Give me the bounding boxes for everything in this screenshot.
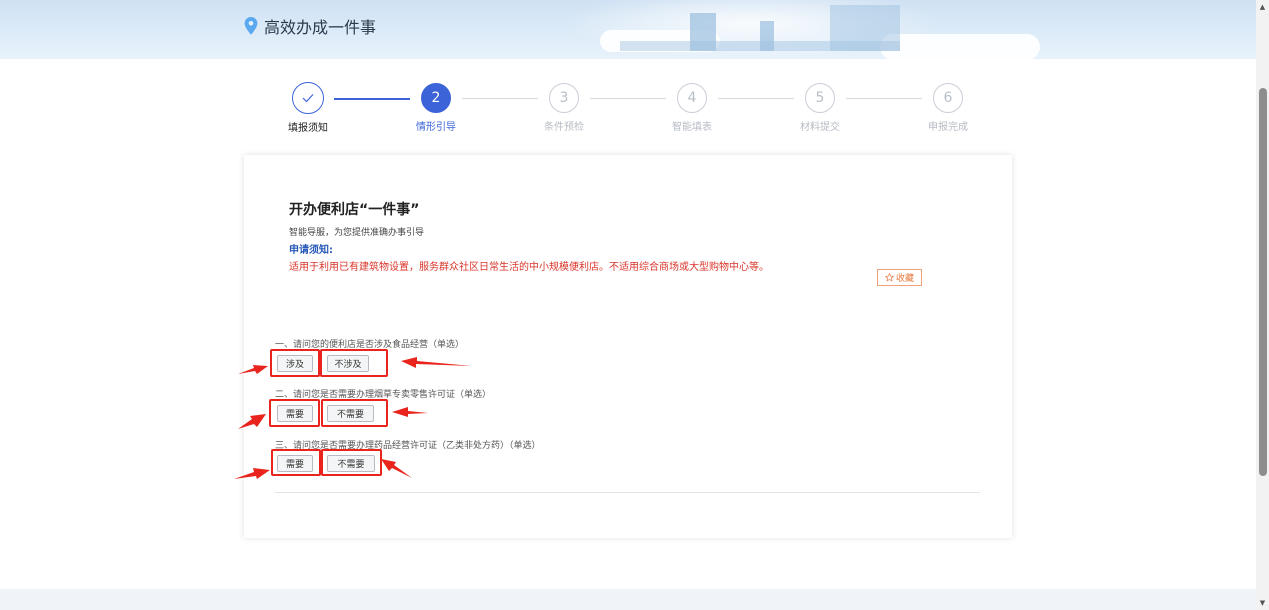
favorite-label: 收藏 <box>895 274 914 284</box>
step-connector <box>462 98 538 99</box>
step-2: 2 情形引导 <box>406 80 466 133</box>
highlight-box <box>271 449 321 476</box>
highlight-box <box>321 449 382 476</box>
step-label: 填报须知 <box>288 123 328 134</box>
page-title: 高效办成一件事 <box>244 14 376 38</box>
step-number: 3 <box>549 83 579 113</box>
guide-card: 开办便利店“一件事” 智能导服，为您提供准确办事引导 申请须知: 适用于利用已有… <box>244 155 1012 538</box>
scroll-thumb[interactable] <box>1259 88 1267 476</box>
page-scrollbar[interactable]: ▲ ▼ <box>1256 0 1269 610</box>
scroll-up-icon[interactable]: ▲ <box>1256 0 1269 14</box>
star-icon <box>884 273 894 282</box>
footer-strip <box>0 589 1256 610</box>
location-pin-icon <box>244 17 258 35</box>
highlight-box <box>270 349 320 377</box>
scroll-down-icon[interactable]: ▼ <box>1256 596 1269 610</box>
step-connector <box>846 98 922 99</box>
banner-cloud <box>880 34 1040 59</box>
step-label: 材料提交 <box>800 122 840 133</box>
step-6: 6 申报完成 <box>918 80 978 133</box>
card-title: 开办便利店“一件事” <box>289 202 420 218</box>
step-1: 填报须知 <box>278 80 338 134</box>
step-label: 智能填表 <box>672 122 712 133</box>
step-5: 5 材料提交 <box>790 80 850 133</box>
step-number: 4 <box>677 83 707 113</box>
card-subtitle: 智能导服，为您提供准确办事引导 <box>289 228 425 238</box>
step-3: 3 条件预检 <box>534 80 594 133</box>
notice-heading: 申请须知: <box>289 245 333 256</box>
step-number: 6 <box>933 83 963 113</box>
step-label: 条件预检 <box>544 122 584 133</box>
progress-steps: 填报须知 2 情形引导 3 条件预检 4 智能填表 5 材料提交 6 申报完成 <box>0 80 1256 140</box>
step-connector <box>334 98 410 100</box>
header-banner: 高效办成一件事 <box>0 0 1256 59</box>
highlight-box <box>320 349 388 377</box>
step-label: 情形引导 <box>416 122 456 133</box>
page-title-text: 高效办成一件事 <box>264 18 377 37</box>
check-icon <box>292 82 324 114</box>
highlight-box <box>321 399 388 427</box>
card-divider <box>275 492 980 493</box>
step-number: 2 <box>421 83 451 113</box>
step-number: 5 <box>805 83 835 113</box>
highlight-box <box>269 399 320 427</box>
banner-building <box>620 41 900 51</box>
favorite-button[interactable]: 收藏 <box>877 269 922 286</box>
step-connector <box>718 98 794 99</box>
step-4: 4 智能填表 <box>662 80 722 133</box>
notice-text: 适用于利用已有建筑物设置，服务群众社区日常生活的中小规模便利店。不适用综合商场或… <box>289 262 769 273</box>
step-connector <box>590 98 666 99</box>
step-label: 申报完成 <box>928 122 968 133</box>
